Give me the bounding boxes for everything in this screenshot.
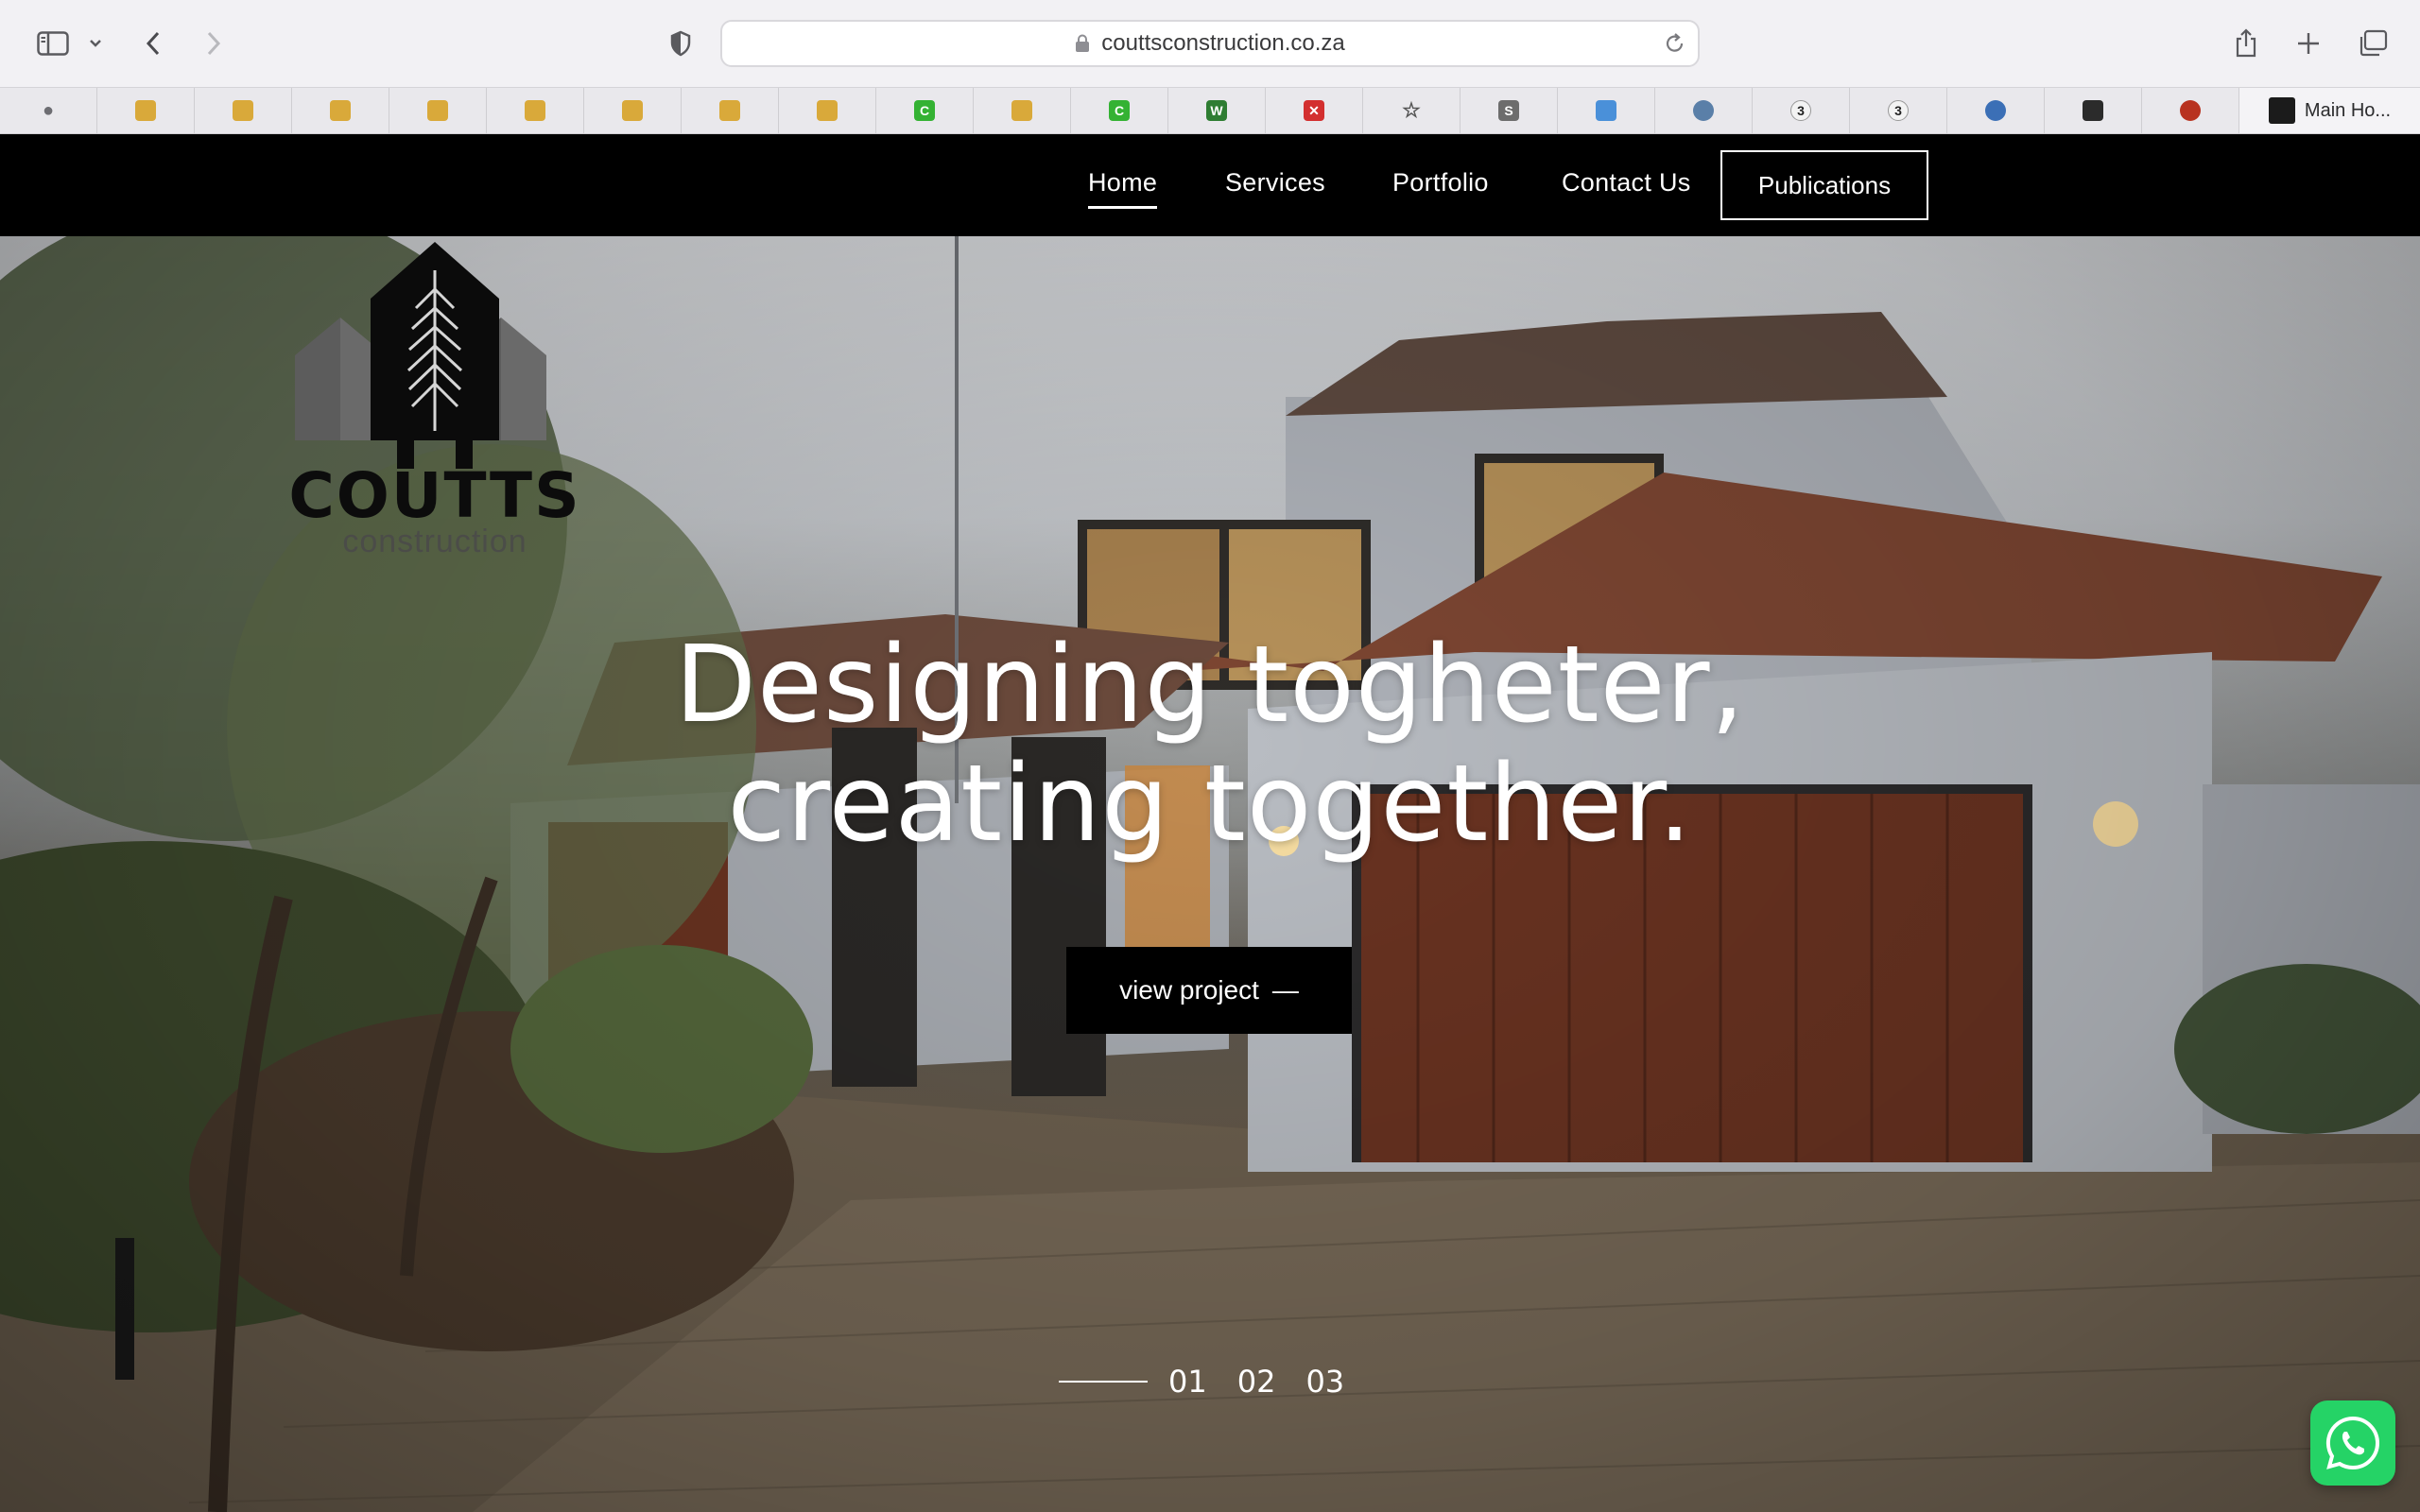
site-navigation: Home Services Portfolio Contact Us Publi… bbox=[0, 134, 2420, 236]
bookmark-item[interactable] bbox=[1655, 88, 1753, 133]
privacy-shield-icon[interactable] bbox=[658, 21, 703, 66]
bookmark-main-house[interactable]: Main Ho... bbox=[2239, 88, 2420, 133]
cap-logo-icon bbox=[525, 100, 545, 121]
view-project-label: view project bbox=[1119, 975, 1259, 1005]
logo-subtitle: construction bbox=[342, 524, 527, 559]
green-c-icon: C bbox=[1109, 100, 1130, 121]
bookmark-item[interactable] bbox=[487, 88, 584, 133]
nav-portfolio-link[interactable]: Portfolio bbox=[1392, 168, 1489, 198]
bookmark-item[interactable]: C bbox=[876, 88, 974, 133]
bookmark-item[interactable] bbox=[195, 88, 292, 133]
star-icon: ☆ bbox=[1402, 98, 1421, 122]
red-ball-icon bbox=[2180, 100, 2201, 121]
slide-01-button[interactable]: 01 bbox=[1168, 1364, 1207, 1400]
bookmark-item[interactable]: S bbox=[1461, 88, 1558, 133]
slide-03-button[interactable]: 03 bbox=[1305, 1364, 1344, 1400]
slide-02-button[interactable]: 02 bbox=[1237, 1364, 1276, 1400]
dots-icon bbox=[1693, 100, 1714, 121]
bookmark-item[interactable] bbox=[2045, 88, 2142, 133]
view-project-button[interactable]: view project — bbox=[1066, 947, 1352, 1034]
headline-line-1: Designing togheter, bbox=[674, 624, 1746, 747]
bookmark-item[interactable] bbox=[779, 88, 876, 133]
tab-overview-icon[interactable] bbox=[2350, 21, 2395, 66]
red-shield-icon: ✕ bbox=[1304, 100, 1324, 121]
e-logo-icon: 3 bbox=[1888, 100, 1909, 121]
cap-logo-icon bbox=[135, 100, 156, 121]
headline-line-2: creating together. bbox=[727, 743, 1693, 866]
bookmark-item[interactable]: ● bbox=[0, 88, 97, 133]
bookmark-main-label: Main Ho... bbox=[2304, 99, 2392, 121]
active-slide-indicator bbox=[1059, 1381, 1148, 1383]
w-logo-icon: W bbox=[1206, 100, 1227, 121]
e-logo-icon: 3 bbox=[1790, 100, 1811, 121]
bookmarks-bar: ● C C W ✕ ☆ S 3 3 Main Ho... bbox=[0, 87, 2420, 134]
address-bar[interactable]: couttsconstruction.co.za bbox=[720, 20, 1700, 67]
bookmark-item[interactable]: 3 bbox=[1753, 88, 1850, 133]
cap-logo-icon bbox=[1011, 100, 1032, 121]
url-text: couttsconstruction.co.za bbox=[1101, 30, 1345, 56]
main-house-favicon-icon bbox=[2268, 97, 2295, 124]
nav-contact-link[interactable]: Contact Us bbox=[1562, 168, 1691, 198]
bookmark-item[interactable] bbox=[682, 88, 779, 133]
bookmark-item[interactable] bbox=[974, 88, 1071, 133]
bookmark-item[interactable]: C bbox=[1071, 88, 1168, 133]
bookmark-item[interactable] bbox=[1947, 88, 2045, 133]
back-arrow-icon[interactable] bbox=[132, 21, 174, 66]
green-c-icon: C bbox=[914, 100, 935, 121]
whatsapp-chat-button[interactable] bbox=[2310, 1400, 2395, 1486]
s-logo-icon: S bbox=[1498, 100, 1519, 121]
coutts-logo[interactable]: COUTTS construction bbox=[255, 242, 614, 563]
logo-wordmark: COUTTS bbox=[288, 459, 581, 532]
house-logo-icon bbox=[2083, 100, 2103, 121]
cap-logo-icon bbox=[817, 100, 838, 121]
reload-icon[interactable] bbox=[1664, 31, 1686, 56]
bookmark-item[interactable] bbox=[2142, 88, 2239, 133]
bookmark-item[interactable] bbox=[389, 88, 487, 133]
bookmark-item[interactable]: W bbox=[1168, 88, 1266, 133]
whatsapp-icon bbox=[2325, 1416, 2379, 1470]
chevron-down-icon[interactable] bbox=[81, 21, 110, 66]
cap-logo-icon bbox=[233, 100, 253, 121]
bookmark-item[interactable] bbox=[584, 88, 682, 133]
new-tab-plus-icon[interactable] bbox=[2286, 21, 2331, 66]
slider-pagination: 01 02 03 bbox=[1059, 1363, 1374, 1400]
browser-toolbar: couttsconstruction.co.za bbox=[0, 0, 2420, 87]
bookmark-item[interactable]: 3 bbox=[1850, 88, 1947, 133]
apple-icon: ● bbox=[42, 99, 55, 121]
nav-home-link[interactable]: Home bbox=[1088, 168, 1158, 209]
forward-arrow-icon[interactable] bbox=[193, 21, 234, 66]
cap-logo-icon bbox=[427, 100, 448, 121]
dash-arrow-icon: — bbox=[1271, 975, 1299, 1005]
bookmark-item[interactable] bbox=[1558, 88, 1655, 133]
bookmark-item[interactable] bbox=[292, 88, 389, 133]
cap-logo-icon bbox=[719, 100, 740, 121]
logo-mark-icon bbox=[295, 242, 546, 469]
cube-icon bbox=[1596, 100, 1616, 121]
bookmark-item[interactable]: ✕ bbox=[1266, 88, 1363, 133]
cap-logo-icon bbox=[330, 100, 351, 121]
cap-logo-icon bbox=[622, 100, 643, 121]
sidebar-toggle-icon[interactable] bbox=[32, 21, 74, 66]
nav-services-link[interactable]: Services bbox=[1225, 168, 1325, 198]
hero-section: COUTTS construction Designing togheter, … bbox=[0, 236, 2420, 1512]
circle-logo-icon bbox=[1985, 100, 2006, 121]
share-icon[interactable] bbox=[2223, 21, 2269, 66]
lock-icon bbox=[1075, 34, 1090, 53]
bookmark-item[interactable] bbox=[97, 88, 195, 133]
bookmark-item[interactable]: ☆ bbox=[1363, 88, 1461, 133]
hero-headline: Designing togheter, creating together. bbox=[0, 626, 2420, 864]
publications-button[interactable]: Publications bbox=[1720, 150, 1928, 220]
